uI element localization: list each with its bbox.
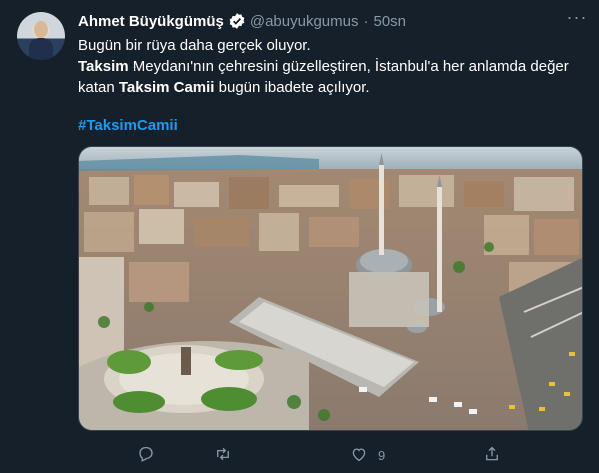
- avatar[interactable]: [17, 12, 65, 60]
- avatar-head: [34, 21, 48, 38]
- tweet[interactable]: Ahmet Büyükgümüş @abuyukgumus · 50sn ···…: [0, 0, 599, 473]
- tweet-line-1: Bugün bir rüya daha gerçek oluyor.: [78, 37, 311, 54]
- tweet-photo[interactable]: [78, 146, 583, 431]
- author-handle[interactable]: @abuyukgumus: [250, 13, 359, 30]
- tweet-line-2: Taksim Meydanı'nın çehresini güzelleştir…: [78, 56, 583, 77]
- heart-icon: [350, 445, 368, 466]
- author-name[interactable]: Ahmet Büyükgümüş: [78, 13, 224, 30]
- retweet-button[interactable]: [214, 445, 232, 466]
- bold-taksim: Taksim: [78, 58, 129, 75]
- share-button[interactable]: [483, 445, 501, 466]
- tweet-timestamp[interactable]: 50sn: [373, 13, 406, 30]
- header-separator: ·: [363, 12, 369, 30]
- bold-taksim-camii: Taksim Camii: [118, 79, 215, 96]
- retweet-icon: [214, 445, 232, 466]
- line-3-start: katan: [78, 79, 119, 96]
- tweet-header: Ahmet Büyükgümüş @abuyukgumus · 50sn: [78, 11, 406, 31]
- aerial-city-photo: [79, 147, 582, 430]
- hashtag-link[interactable]: #TaksimCamii: [78, 117, 178, 134]
- tweet-actions: 9: [78, 445, 583, 465]
- line-3-rest: bugün ibadete açılıyor.: [214, 79, 370, 96]
- avatar-suit: [29, 38, 53, 60]
- like-button[interactable]: 9: [350, 445, 385, 466]
- share-icon: [483, 445, 501, 466]
- tweet-line-3: katan Taksim Camii bugün ibadete açılıyo…: [78, 77, 583, 98]
- tweet-text: Bugün bir rüya daha gerçek oluyor. Taksi…: [78, 35, 583, 98]
- more-icon[interactable]: ···: [566, 8, 588, 30]
- reply-icon: [137, 445, 155, 466]
- like-count: 9: [378, 448, 386, 463]
- line-2-rest: Meydanı'nın çehresini güzelleştiren, İst…: [128, 58, 569, 75]
- reply-button[interactable]: [137, 445, 155, 466]
- verified-badge-icon: [228, 12, 246, 30]
